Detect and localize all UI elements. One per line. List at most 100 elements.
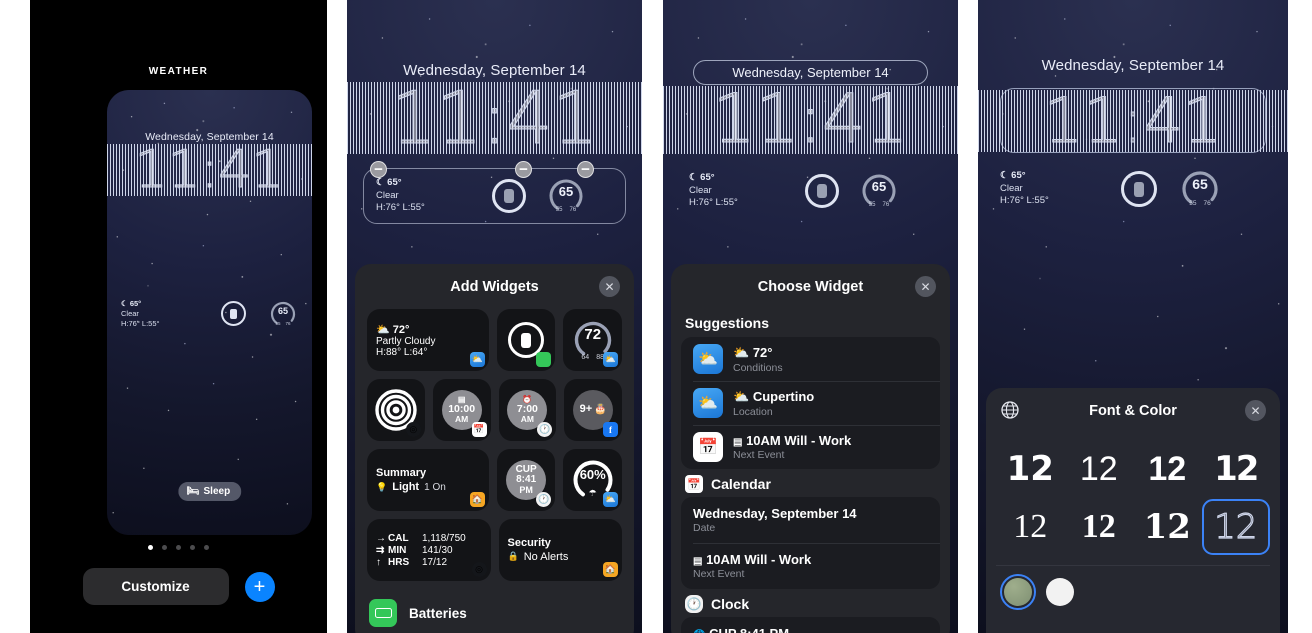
remove-widget-button[interactable]: −	[515, 161, 532, 178]
lockscreen-preview-card[interactable]: Wednesday, September 14 11:41 ☾ 65° Clea…	[107, 90, 312, 535]
item-subtitle: Date	[693, 522, 716, 534]
font-option[interactable]: 12	[1133, 499, 1202, 555]
widget-condition: Partly Cloudy	[376, 335, 436, 347]
weather-widget[interactable]: ☾ 65° Clear H:76° L:55°	[121, 299, 201, 329]
font-option[interactable]: 12	[1065, 441, 1134, 497]
widget-tile-alarm-time[interactable]: ⏰ 7:00 AM 🕐	[498, 379, 557, 441]
gauge-value: 72	[584, 326, 602, 343]
gauge-high: 76	[285, 320, 291, 326]
widget-tile-home-summary[interactable]: Summary 💡 Light 1 On 🏠	[367, 449, 489, 511]
color-swatch-multicolor[interactable]	[1000, 574, 1036, 610]
sheet-header: Choose Widget ✕	[671, 264, 950, 309]
watch-battery-widget[interactable]	[221, 301, 246, 327]
list-item[interactable]: ▤ 10AM Will - Work Next Event	[681, 543, 940, 589]
sheet-header: Font & Color ✕	[986, 388, 1280, 433]
font-option[interactable]: 12	[1065, 499, 1134, 555]
widget-edit-bar[interactable]: − − − ☾ 65° Clear H:76° L:55° 65 55 76	[363, 161, 626, 224]
weather-condition: Clear	[376, 189, 399, 201]
page-indicator-dots[interactable]	[30, 545, 327, 550]
weather-highlow: H:76° L:55°	[121, 318, 160, 328]
page-dot[interactable]	[176, 545, 181, 550]
page-dot[interactable]	[204, 545, 209, 550]
page-dot[interactable]	[162, 545, 167, 550]
widget-tile-precipitation[interactable]: 60% ☂ ⛅	[563, 449, 622, 511]
temperature-gauge-widget[interactable]: 65 55 76	[270, 301, 296, 327]
add-wallpaper-button[interactable]: +	[244, 571, 275, 602]
watch-charging-icon	[504, 189, 514, 203]
watch-battery-widget[interactable]	[1121, 171, 1157, 207]
item-title: 🌐 CUP 8:41 PM	[693, 626, 789, 633]
watch-charging-icon	[230, 308, 237, 319]
sleep-focus-pill[interactable]: 🛏 Sleep	[177, 482, 242, 501]
font-option[interactable]: 12	[996, 441, 1065, 497]
widget-tile-calendar-time[interactable]: ▤ 10:00 AM 📅	[432, 379, 491, 441]
add-widgets-sheet: Add Widgets ✕ ⛅ 72° Partly Cloudy H:88° …	[355, 264, 634, 633]
page-dot[interactable]	[190, 545, 195, 550]
partly-cloudy-icon: ⛅	[733, 344, 750, 360]
close-icon[interactable]: ✕	[915, 276, 936, 297]
font-option[interactable]: 12	[1202, 441, 1271, 497]
weather-widget[interactable]: ☾ 65° Clear H:76° L:55°	[1000, 170, 1095, 208]
list-item[interactable]: ⛅ ⛅ Cupertino Location	[681, 381, 940, 425]
lockscreen-date[interactable]: Wednesday, September 14	[978, 57, 1288, 74]
page-dot[interactable]	[148, 545, 153, 550]
font-option[interactable]: 12	[1133, 441, 1202, 497]
font-option-selected[interactable]: 12	[1201, 499, 1270, 555]
color-swatch-white[interactable]	[1046, 578, 1074, 606]
widget-row: ⛅ 72° Partly Cloudy H:88° L:64° ⛅ 72 64 …	[367, 309, 622, 371]
watch-battery-widget[interactable]	[492, 179, 526, 213]
lockscreen-clock[interactable]: 11:41	[347, 81, 642, 155]
weather-widget[interactable]: ☾ 65° Clear H:76° L:55°	[376, 177, 466, 215]
lockscreen-clock[interactable]: 11:41	[978, 89, 1288, 152]
font-option[interactable]: 12	[996, 499, 1065, 555]
weather-condition: Clear	[689, 184, 712, 196]
temperature-gauge-widget[interactable]: 65 55 76	[1181, 170, 1219, 208]
widget-tile-fitness-stats[interactable]: → CAL 1,118/750 ⇉ MIN 141/30 ↑ HRS 17/12…	[367, 519, 491, 581]
clock-app-icon: 🕐	[685, 595, 703, 613]
widget-grid: ⛅ 72° Partly Cloudy H:88° L:64° ⛅ 72 64 …	[355, 309, 634, 581]
gauge-low: 55	[868, 201, 876, 208]
calendar-app-icon: 📅	[685, 475, 703, 493]
weather-app-icon: ⛅	[693, 388, 723, 418]
widget-tile-activity[interactable]: ◎	[367, 379, 425, 441]
clock-group: 🌐 CUP 8:41 PM City	[681, 617, 940, 633]
weather-highlow: H:76° L:55°	[376, 202, 425, 214]
app-row-batteries[interactable]: Batteries	[355, 593, 634, 633]
section-heading-suggestions: Suggestions	[685, 315, 770, 331]
gauge-value: 60%	[579, 467, 606, 482]
lockscreen-clock[interactable]: 11:41	[663, 85, 958, 154]
widget-tile-security[interactable]: Security 🔒 No Alerts 🏠	[498, 519, 622, 581]
fitness-app-icon: ◎	[471, 562, 487, 577]
list-item[interactable]: 🌐 CUP 8:41 PM City	[681, 617, 940, 633]
watch-charging-icon	[1134, 181, 1144, 197]
item-title: Wednesday, September 14	[693, 506, 857, 521]
temperature-gauge-widget[interactable]: 65 55 76	[548, 178, 584, 214]
panel-choose-widget: Wednesday, September 14 11:41 ☾ 65° Clea…	[663, 0, 958, 633]
gauge-low: 55	[1189, 200, 1197, 207]
remove-widget-button[interactable]: −	[370, 161, 387, 178]
arrow-up-icon: ↑	[376, 556, 381, 568]
item-title: ⛅ Cupertino	[733, 388, 815, 404]
close-icon[interactable]: ✕	[599, 276, 620, 297]
widget-tile-temp-gauge[interactable]: 72 64 88 ⛅	[563, 309, 622, 371]
watch-battery-widget[interactable]	[805, 173, 839, 208]
list-item[interactable]: 📅 ▤ 10AM Will - Work Next Event	[681, 425, 940, 469]
list-item[interactable]: Wednesday, September 14 Date	[681, 497, 940, 543]
widget-tile-watch-battery[interactable]	[496, 309, 556, 371]
remove-widget-button[interactable]: −	[577, 161, 594, 178]
widget-tile-weather[interactable]: ⛅ 72° Partly Cloudy H:88° L:64° ⛅	[367, 309, 489, 371]
widget-tile-facebook[interactable]: 9+ 🎂 f	[564, 379, 622, 441]
gauge-low: 55	[275, 320, 281, 326]
temperature-gauge-widget[interactable]: 65 55 76	[861, 173, 897, 209]
screenshot-stage: WEATHER Wednesday, September 14 11:41 ☾ …	[0, 0, 1312, 633]
close-icon[interactable]: ✕	[1245, 400, 1266, 421]
weather-widget[interactable]: ☾ 65° Clear H:76° L:55°	[689, 172, 779, 210]
color-swatches	[986, 566, 1280, 618]
widget-tile-world-clock[interactable]: CUP 8:41 PM 🕐	[496, 449, 556, 511]
widget-row-preview: ☾ 65° Clear H:76° L:55° 65 55 76	[689, 172, 936, 210]
globe-icon[interactable]	[1000, 400, 1020, 420]
widget-ampm: AM	[520, 414, 534, 425]
customize-button[interactable]: Customize	[82, 568, 229, 605]
lock-icon: 🔒	[507, 551, 519, 561]
list-item[interactable]: ⛅ ⛅ 72° Conditions	[681, 337, 940, 381]
